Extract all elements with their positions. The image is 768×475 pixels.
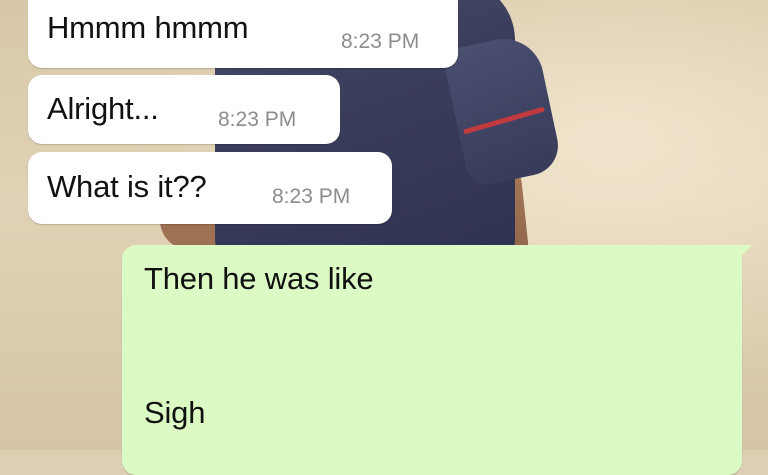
message-timestamp: 8:23 PM <box>272 185 351 208</box>
message-text-line: Sigh <box>144 395 206 430</box>
incoming-message-bubble[interactable]: What is it?? 8:23 PM <box>28 152 392 224</box>
message-text: What is it?? <box>47 169 207 204</box>
message-timestamp: 8:23 PM <box>341 30 420 53</box>
incoming-message-bubble[interactable]: Alright... 8:23 PM <box>28 75 340 144</box>
message-timestamp: 8:23 PM <box>218 108 297 131</box>
outgoing-message-bubble[interactable]: Then he was like Sigh <box>122 245 742 475</box>
message-text: Hmmm hmmm <box>47 10 249 45</box>
message-text-line: Then he was like <box>144 261 374 296</box>
message-text: Alright... <box>47 91 159 126</box>
outgoing-bubble-tail <box>738 245 752 259</box>
incoming-message-bubble[interactable]: Hmmm hmmm 8:23 PM <box>28 0 458 68</box>
